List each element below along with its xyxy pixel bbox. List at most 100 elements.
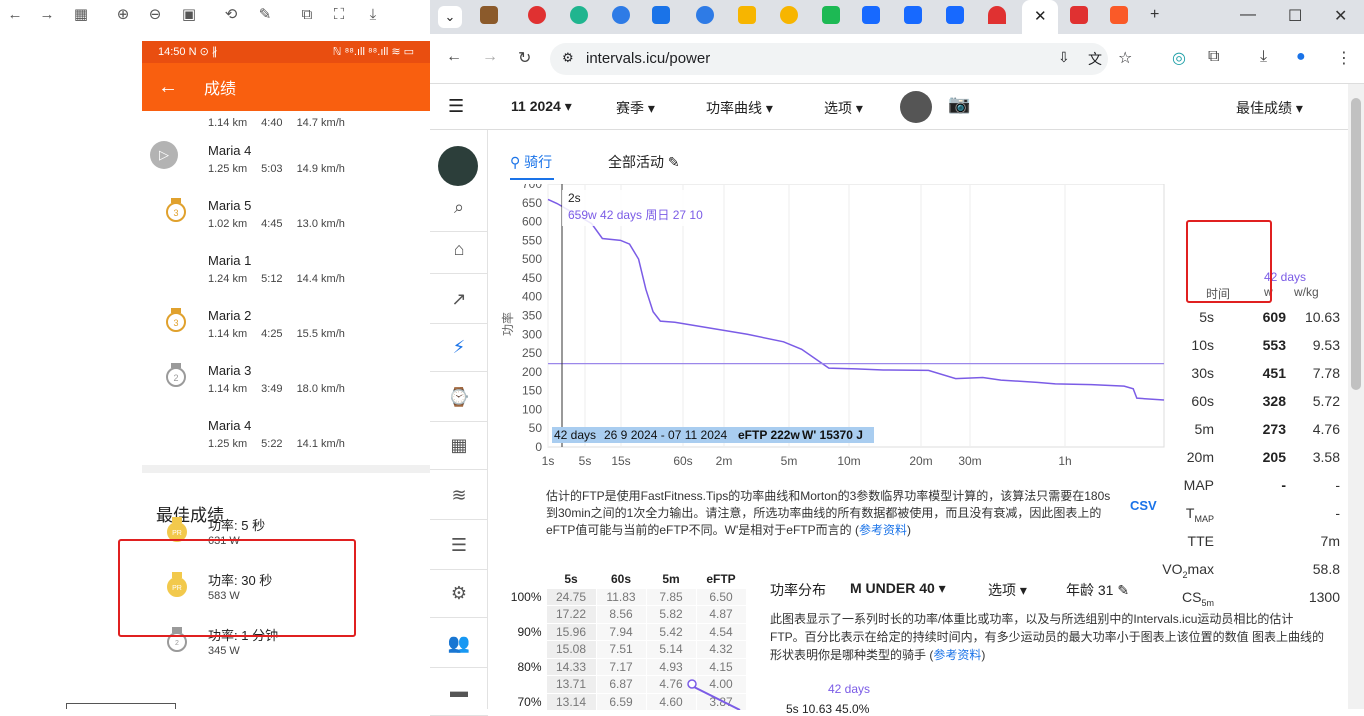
- power-icon[interactable]: ⚡: [430, 324, 488, 372]
- settings-gear-icon[interactable]: ⚙: [430, 570, 488, 618]
- rotate-icon[interactable]: ⟲: [220, 4, 242, 26]
- row-watts[interactable]: 451: [1263, 365, 1286, 381]
- crop-icon[interactable]: ⛶: [328, 4, 350, 26]
- options-dropdown[interactable]: 选项 ▾: [824, 98, 863, 118]
- dist-options-dropdown[interactable]: 选项 ▾: [988, 580, 1027, 600]
- tab-favicon[interactable]: [780, 6, 798, 24]
- reference-link[interactable]: 参考资料: [933, 648, 981, 662]
- maximize-icon[interactable]: ☐: [1288, 6, 1302, 26]
- menu-kebab-icon[interactable]: ⋮: [1336, 48, 1352, 68]
- user-avatar[interactable]: [438, 146, 478, 186]
- row-watts[interactable]: 273: [1263, 421, 1286, 437]
- tab-favicon[interactable]: [612, 6, 630, 24]
- tab-favicon[interactable]: [696, 6, 714, 24]
- grid-icon[interactable]: ▦: [70, 4, 92, 26]
- row-watts[interactable]: -: [1281, 477, 1286, 493]
- tab-favicon[interactable]: [528, 6, 546, 24]
- list-item[interactable]: 3 Maria 2 1.14 km 4:25 15.5 km/h: [142, 300, 430, 355]
- tab-favicon[interactable]: [570, 6, 588, 24]
- download-icon[interactable]: ⤓: [1260, 48, 1267, 66]
- row-watts[interactable]: 553: [1263, 337, 1286, 353]
- active-tab[interactable]: ✕: [1022, 0, 1058, 34]
- compare-icon[interactable]: ≋: [430, 472, 488, 520]
- install-icon[interactable]: ⇩: [1058, 49, 1070, 66]
- back-arrow-icon[interactable]: ←: [446, 48, 462, 66]
- athlete-avatar[interactable]: [900, 91, 932, 123]
- y-tick-label: 500: [522, 252, 542, 266]
- search-icon[interactable]: ⌕: [430, 184, 488, 232]
- power-curve-chart[interactable]: 7006506005505004504003503002502001501005…: [494, 184, 1174, 484]
- row-wkg: 5.72: [1312, 393, 1340, 409]
- reload-icon[interactable]: ↻: [518, 48, 531, 68]
- people-icon[interactable]: 👥: [430, 620, 488, 668]
- url-field[interactable]: ⚙ intervals.icu/power ⇩ 文 ☆: [550, 43, 1132, 75]
- bookmark-star-icon[interactable]: ☆: [1118, 48, 1132, 68]
- hamburger-icon[interactable]: ☰: [448, 96, 464, 117]
- fit-icon[interactable]: ▣: [178, 4, 200, 26]
- back-arrow-icon[interactable]: ←: [4, 4, 26, 26]
- close-icon[interactable]: ✕: [1034, 7, 1047, 25]
- activity-stats: 1.25 km 5:03 14.9 km/h: [208, 163, 345, 175]
- tab-favicon[interactable]: [988, 6, 1006, 24]
- side-rail: ⌕ ⌂ ↗ ⚡ ⌚ ▦ ≋ ☰ ⚙ 👥 ▬: [430, 130, 488, 716]
- tab-favicon[interactable]: [822, 6, 840, 24]
- site-info-icon[interactable]: ⚙: [562, 50, 574, 66]
- row-watts[interactable]: 328: [1263, 393, 1286, 409]
- watch-icon[interactable]: ⌚: [430, 374, 488, 422]
- tab-favicon[interactable]: [652, 6, 670, 24]
- viewer-toolbar: ← → ▦ ⊕ ⊖ ▣ ⟲ ✎ ⧉ ⛶ ⤓: [0, 0, 430, 40]
- tab-favicon[interactable]: [946, 6, 964, 24]
- profile-icon[interactable]: ●: [1296, 48, 1306, 66]
- row-duration: 10s: [1191, 337, 1214, 353]
- tab-search-icon[interactable]: ⌄: [438, 6, 462, 28]
- camera-icon[interactable]: 📷: [948, 94, 970, 115]
- minimize-icon[interactable]: —: [1240, 6, 1256, 24]
- address-bar-row: ← → ↻ ⚙ intervals.icu/power ⇩ 文 ☆ ◎ ⧉ ⤓ …: [430, 34, 1364, 84]
- season-dropdown[interactable]: 赛季 ▾: [616, 98, 655, 118]
- translate-icon[interactable]: 文: [1088, 49, 1102, 69]
- list-item[interactable]: Maria 4 1.25 km 5:22 14.1 km/h: [142, 410, 430, 465]
- date-dropdown[interactable]: 11 2024 ▾: [511, 98, 572, 115]
- home-icon[interactable]: ⌂: [430, 226, 488, 274]
- calendar-icon[interactable]: ▦: [430, 422, 488, 470]
- list-search-icon[interactable]: ☰: [430, 522, 488, 570]
- tab-all-activities[interactable]: 全部活动 ✎: [608, 152, 680, 172]
- tab-favicon[interactable]: [738, 6, 756, 24]
- back-arrow-icon[interactable]: ←: [158, 76, 204, 99]
- zoom-out-icon[interactable]: ⊖: [144, 4, 166, 26]
- list-item[interactable]: Maria 1 1.24 km 5:12 14.4 km/h: [142, 245, 430, 300]
- tab-favicon[interactable]: [1110, 6, 1128, 24]
- extension-icon[interactable]: ◎: [1172, 48, 1186, 68]
- bronze-medal-icon: 3: [166, 308, 186, 332]
- forward-arrow-icon[interactable]: →: [36, 4, 58, 26]
- window-close-icon[interactable]: ✕: [1334, 6, 1347, 26]
- tab-ride[interactable]: ⚲ 骑行: [510, 152, 555, 180]
- tab-favicon[interactable]: [480, 6, 498, 24]
- tab-favicon[interactable]: [904, 6, 922, 24]
- trend-icon[interactable]: ↗: [430, 276, 488, 324]
- tab-favicon[interactable]: [1070, 6, 1088, 24]
- zoom-in-icon[interactable]: ⊕: [112, 4, 134, 26]
- activity-name: Maria 4: [208, 143, 252, 158]
- curve-dropdown[interactable]: 功率曲线 ▾: [706, 98, 773, 118]
- edit-icon[interactable]: ✎: [254, 4, 276, 26]
- activity-list: 1.14 km 4:40 14.7 km/h ▷ Maria 4 1.25 km 5:03 1…: [142, 113, 430, 465]
- csv-link[interactable]: CSV: [1130, 498, 1157, 513]
- list-item[interactable]: 2 Maria 3 1.14 km 3:49 18.0 km/h: [142, 355, 430, 410]
- group-dropdown[interactable]: M UNDER 40 ▾: [850, 580, 946, 597]
- best-dropdown[interactable]: 最佳成绩 ▾: [1236, 98, 1303, 118]
- list-item[interactable]: 3 Maria 5 1.02 km 4:45 13.0 km/h: [142, 190, 430, 245]
- reference-link[interactable]: 参考资料: [859, 523, 907, 537]
- age-field[interactable]: 年龄 31 ✎: [1066, 580, 1129, 600]
- row-watts[interactable]: 609: [1263, 309, 1286, 325]
- screenshot-icon[interactable]: ⧉: [296, 4, 318, 26]
- forward-arrow-icon[interactable]: →: [482, 48, 498, 66]
- row-wkg: 1300: [1308, 589, 1340, 605]
- new-tab-icon[interactable]: +: [1150, 6, 1159, 24]
- row-watts[interactable]: 205: [1263, 449, 1286, 465]
- download-icon[interactable]: ⤓: [362, 4, 384, 26]
- tab-favicon[interactable]: [862, 6, 880, 24]
- list-item[interactable]: ▷ Maria 4 1.25 km 5:03 14.9 km/h: [142, 135, 430, 190]
- extensions-puzzle-icon[interactable]: ⧉: [1208, 48, 1219, 66]
- list-item[interactable]: 1.14 km 4:40 14.7 km/h: [142, 113, 430, 135]
